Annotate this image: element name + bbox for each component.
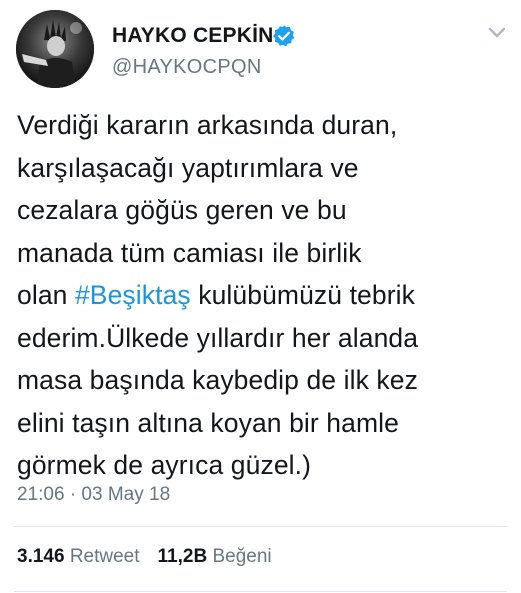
tweet-text-segment: kulübümüzü tebrik	[190, 280, 415, 310]
divider	[14, 591, 507, 592]
tweet-line: görmek de ayrıca güzel.)	[17, 450, 312, 480]
retweets-count: 3.146	[17, 546, 65, 567]
tweet-stats: 3.146 Retweet 11,2B Beğeni	[17, 546, 272, 568]
tweet-line: masa başında kaybedip de ilk kez	[17, 365, 418, 395]
tweet-line: olan #Beşiktaş kulübümüzü tebrik	[17, 274, 513, 317]
tweet-line: ederim.Ülkede yıllardır her alanda	[17, 322, 419, 353]
hashtag-link[interactable]: #Beşiktaş	[75, 280, 191, 310]
author-handle[interactable]: @HAYKOCPQN	[112, 56, 262, 79]
tweet-line: cezalara göğüs geren ve bu	[17, 195, 347, 225]
avatar[interactable]	[16, 10, 94, 88]
tweet-timestamp[interactable]: 21:06 · 03 May 18	[17, 484, 170, 506]
tweet-text: Verdiği kararın arkasında duran, karşıla…	[17, 104, 513, 487]
retweets-label: Retweet	[69, 546, 140, 567]
chevron-down-icon[interactable]	[487, 25, 507, 41]
divider	[14, 526, 507, 527]
tweet-line: Verdiği kararın arkasında duran,	[17, 110, 398, 140]
avatar-image	[16, 10, 94, 88]
tweet-line: elini taşın altına koyan bir hamle	[17, 407, 399, 438]
likes-count: 11,2B	[157, 546, 208, 567]
tweet-line: manada tüm camiası ile birlik	[17, 237, 362, 268]
retweets-stat[interactable]: 3.146 Retweet	[17, 546, 140, 568]
tweet-text-segment: olan	[17, 280, 75, 310]
likes-label: Beğeni	[212, 546, 272, 567]
tweet-line: karşılaşacağı yaptırımlara ve	[17, 152, 359, 183]
likes-stat[interactable]: 11,2B Beğeni	[158, 546, 272, 568]
author-display-name[interactable]: HAYKO CEPKİN	[112, 24, 274, 48]
verified-badge-icon	[273, 25, 295, 47]
tweet-card: HAYKO CEPKİN @HAYKOCPQN Verdiği kararın …	[0, 0, 521, 593]
